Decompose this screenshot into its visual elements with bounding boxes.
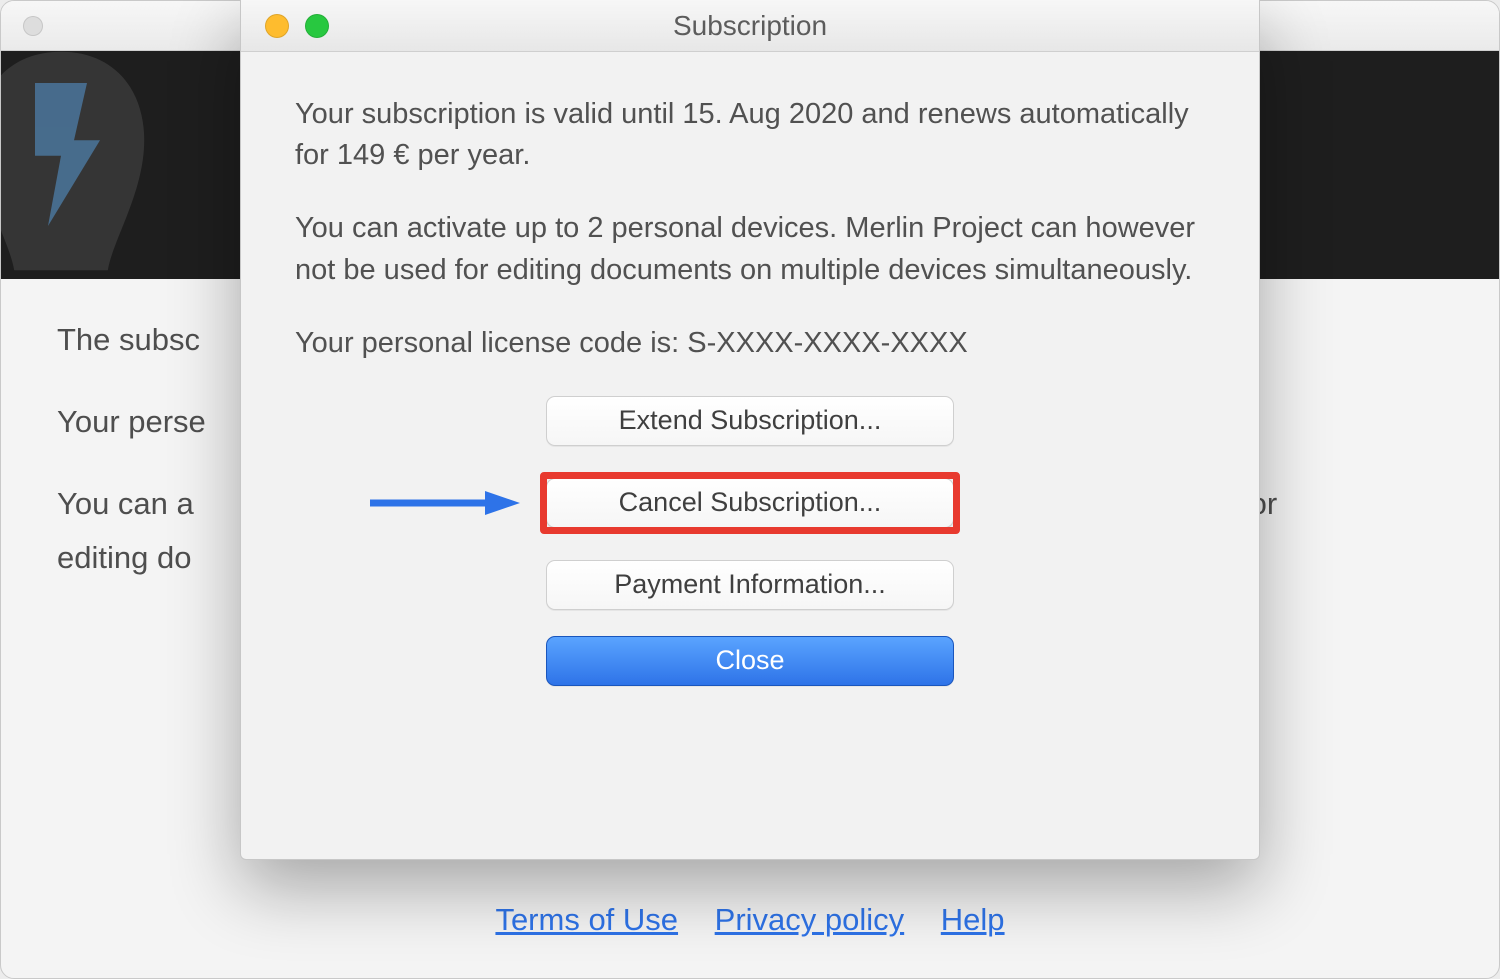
traffic-dot-disabled <box>23 16 43 36</box>
close-button[interactable]: Close <box>546 636 954 686</box>
terms-of-use-link[interactable]: Terms of Use <box>495 902 678 937</box>
payment-information-button[interactable]: Payment Information... <box>546 560 954 610</box>
device-limit-text: You can activate up to 2 personal device… <box>295 208 1205 290</box>
sheet-body: Your subscription is valid until 15. Aug… <box>241 52 1259 859</box>
license-code-text: Your personal license code is: S-XXXX-XX… <box>295 323 1205 364</box>
cancel-subscription-button[interactable]: Cancel Subscription... <box>546 478 954 528</box>
background-traffic-lights <box>23 16 43 36</box>
privacy-policy-link[interactable]: Privacy policy <box>715 902 905 937</box>
sheet-titlebar: Subscription <box>241 0 1259 52</box>
subscription-validity-text: Your subscription is valid until 15. Aug… <box>295 94 1205 176</box>
app-logo-icon <box>1 51 191 279</box>
help-link[interactable]: Help <box>941 902 1005 937</box>
subscription-sheet: Subscription Your subscription is valid … <box>240 0 1260 860</box>
annotation-arrow-icon <box>370 488 520 518</box>
sheet-title: Subscription <box>241 10 1259 42</box>
extend-subscription-button[interactable]: Extend Subscription... <box>546 396 954 446</box>
cancel-highlight-box: Cancel Subscription... <box>540 472 960 534</box>
footer-links: Terms of Use Privacy policy Help <box>1 902 1499 938</box>
button-stack: Extend Subscription... Cancel Subscripti… <box>295 396 1205 686</box>
